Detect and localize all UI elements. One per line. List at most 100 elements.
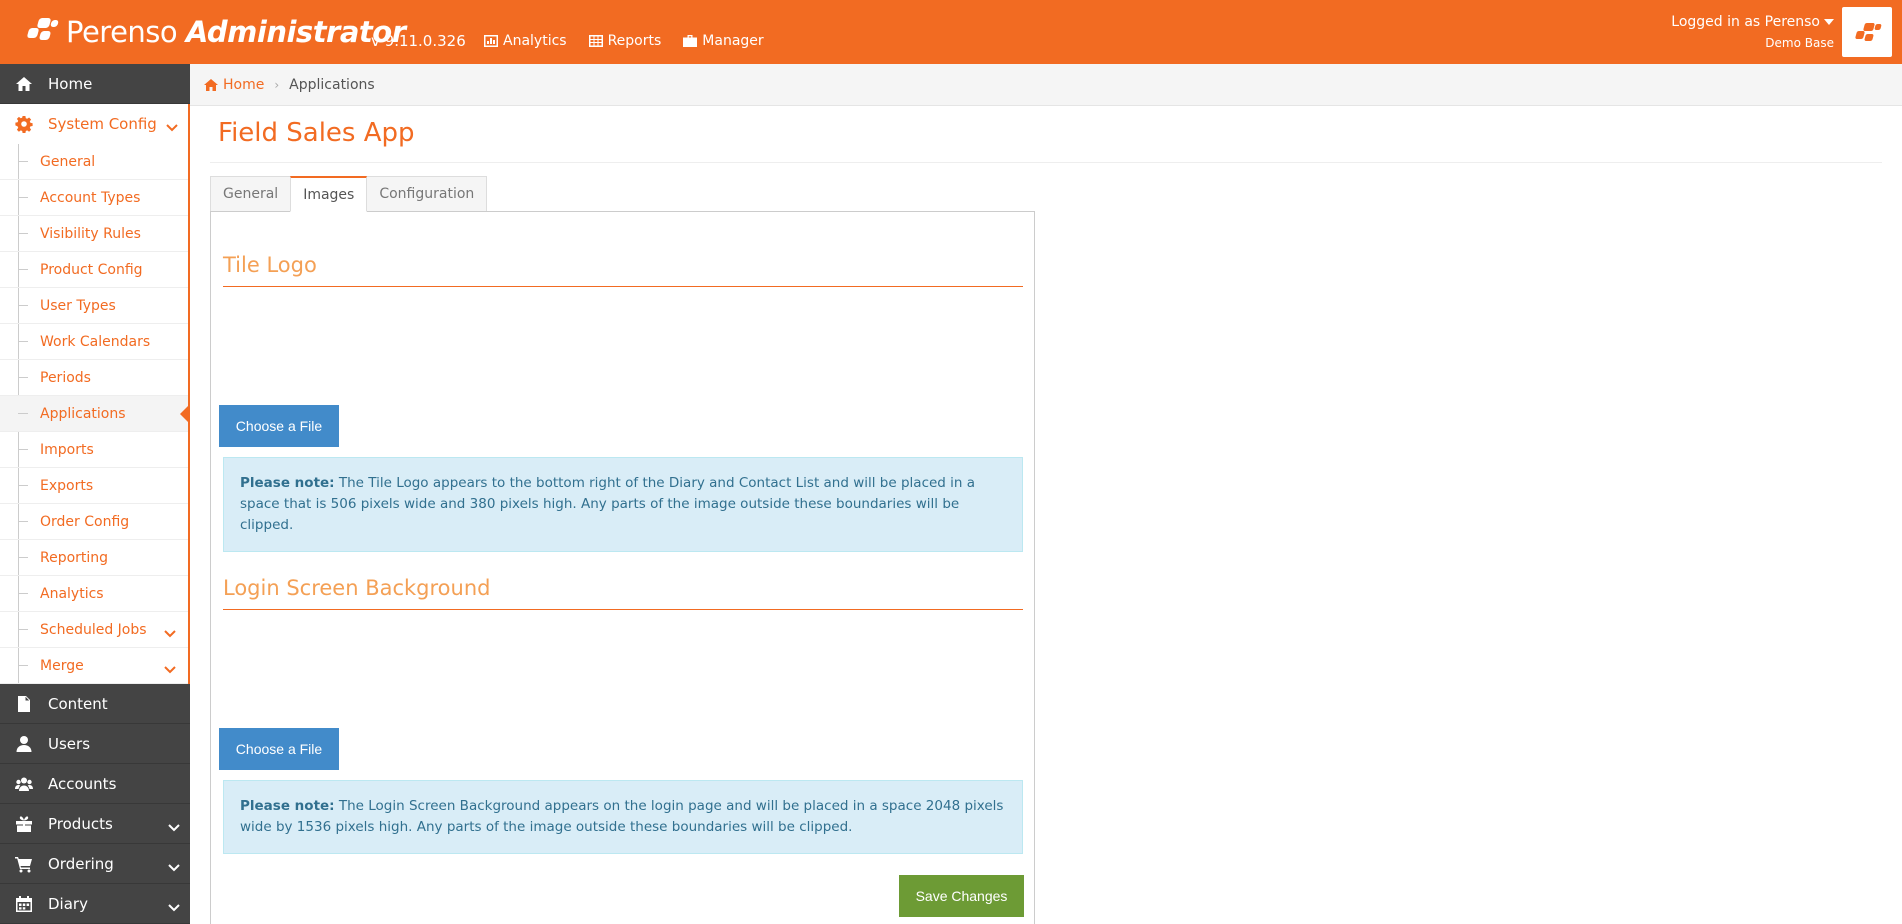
subnav-item-label: User Types <box>40 297 116 314</box>
subnav-item-label: Product Config <box>40 261 143 278</box>
subnav-item-label: General <box>40 153 96 170</box>
sidebar: Home System Config General Account Types… <box>0 64 190 924</box>
subnav-item-work-calendars[interactable]: Work Calendars <box>0 324 188 360</box>
note-label: Please note: <box>240 475 335 491</box>
sidebar-item-content[interactable]: Content <box>0 684 190 724</box>
subnav-item-imports[interactable]: Imports <box>0 432 188 468</box>
sidebar-item-accounts[interactable]: Accounts <box>0 764 190 804</box>
tab-bar: General Images Configuration <box>210 176 488 212</box>
note-text: The Tile Logo appears to the bottom righ… <box>240 475 976 533</box>
sidebar-item-diary[interactable]: Diary <box>0 884 190 924</box>
breadcrumb-home[interactable]: Home <box>204 77 264 93</box>
chevron-down-icon <box>164 666 176 674</box>
subnav-item-periods[interactable]: Periods <box>0 360 188 396</box>
subnav-item-label: Imports <box>40 441 94 458</box>
user-icon <box>16 735 32 752</box>
nav-manager-label: Manager <box>702 33 764 49</box>
subnav-item-label: Applications <box>40 405 126 422</box>
chevron-down-icon <box>168 824 180 832</box>
nav-analytics[interactable]: Analytics <box>484 33 567 49</box>
sidebar-item-label: Home <box>48 74 93 93</box>
note-label: Please note: <box>240 798 335 814</box>
sidebar-item-label: System Config <box>48 115 157 133</box>
breadcrumb-current: Applications <box>289 76 375 93</box>
nav-reports[interactable]: Reports <box>588 33 661 49</box>
breadcrumb-home-label: Home <box>223 76 265 93</box>
subnav-item-label: Work Calendars <box>40 333 151 350</box>
sidebar-item-label: Users <box>48 734 91 753</box>
database-name: Demo Base <box>1765 36 1834 50</box>
chart-icon <box>484 35 498 47</box>
sidebar-item-label: Content <box>48 694 108 713</box>
subnav-item-label: Exports <box>40 477 94 494</box>
subnav-item-user-types[interactable]: User Types <box>0 288 188 324</box>
page-title: Field Sales App <box>218 118 415 148</box>
title-divider <box>210 162 1882 163</box>
nav-analytics-label: Analytics <box>503 33 567 49</box>
subnav-item-label: Periods <box>40 369 91 386</box>
sidebar-item-label: Ordering <box>48 854 114 873</box>
calendar-icon <box>16 895 32 912</box>
subnav-item-exports[interactable]: Exports <box>0 468 188 504</box>
subnav-item-reporting[interactable]: Reporting <box>0 540 188 576</box>
subnav-item-visibility-rules[interactable]: Visibility Rules <box>0 216 188 252</box>
table-icon <box>588 35 603 47</box>
users-group-icon <box>15 777 33 791</box>
images-panel: Tile Logo Choose a File Please note: The… <box>210 211 1035 924</box>
breadcrumb: Home › Applications <box>190 64 1902 106</box>
subnav-item-label: Order Config <box>40 513 130 530</box>
caret-down-icon <box>1824 19 1834 25</box>
sidebar-item-label: Accounts <box>48 774 117 793</box>
sidebar-item-products[interactable]: Products <box>0 804 190 844</box>
brand-logo[interactable]: Perenso Administrator <box>24 12 406 52</box>
version-label: v 9.11.0.326 <box>371 32 466 50</box>
tab-configuration[interactable]: Configuration <box>366 176 488 212</box>
file-icon <box>18 695 30 712</box>
subnav-item-product-config[interactable]: Product Config <box>0 252 188 288</box>
chevron-down-icon <box>166 124 178 132</box>
login-background-heading: Login Screen Background <box>223 570 1023 610</box>
subnav-item-analytics[interactable]: Analytics <box>0 576 188 612</box>
sidebar-item-system-config[interactable]: System Config <box>0 104 188 144</box>
subnav-item-general[interactable]: General <box>0 144 188 180</box>
nav-manager[interactable]: Manager <box>683 33 764 49</box>
subnav-item-label: Visibility Rules <box>40 225 141 242</box>
avatar[interactable] <box>1842 7 1892 57</box>
sidebar-item-label: Diary <box>48 894 88 913</box>
user-login-text: Logged in as Perenso <box>1671 14 1820 30</box>
perenso-logo-icon <box>24 14 60 50</box>
sidebar-item-ordering[interactable]: Ordering <box>0 844 190 884</box>
subnav-item-applications[interactable]: Applications <box>0 396 190 432</box>
subnav-item-label: Scheduled Jobs <box>40 621 147 638</box>
tab-general[interactable]: General <box>210 176 292 212</box>
cart-icon <box>15 856 32 872</box>
breadcrumb-separator-icon: › <box>274 77 280 92</box>
system-config-group: System Config General Account Types Visi… <box>0 104 190 684</box>
tile-logo-choose-file-button[interactable]: Choose a File <box>219 405 339 447</box>
tab-images[interactable]: Images <box>290 176 368 212</box>
note-text: The Login Screen Background appears on t… <box>240 798 1004 835</box>
login-background-choose-file-button[interactable]: Choose a File <box>219 728 339 770</box>
system-config-subnav: General Account Types Visibility Rules P… <box>0 144 190 684</box>
sidebar-item-home[interactable]: Home <box>0 64 190 104</box>
brand-name-light: Perenso <box>66 15 178 49</box>
sidebar-item-label: Products <box>48 814 113 833</box>
chevron-down-icon <box>164 630 176 638</box>
subnav-item-account-types[interactable]: Account Types <box>0 180 188 216</box>
subnav-item-order-config[interactable]: Order Config <box>0 504 188 540</box>
top-nav: Analytics Reports Manager <box>484 33 764 49</box>
save-changes-button[interactable]: Save Changes <box>899 875 1024 917</box>
subnav-item-label: Reporting <box>40 549 109 566</box>
subnav-item-label: Merge <box>40 657 84 674</box>
chevron-down-icon <box>168 904 180 912</box>
home-icon <box>16 76 32 91</box>
subnav-item-label: Analytics <box>40 585 104 602</box>
subnav-item-scheduled-jobs[interactable]: Scheduled Jobs <box>0 612 188 648</box>
user-menu[interactable]: Logged in as Perenso Demo Base <box>1671 14 1834 50</box>
login-background-note: Please note: The Login Screen Background… <box>223 780 1023 854</box>
tile-logo-heading: Tile Logo <box>223 247 1023 287</box>
subnav-item-merge[interactable]: Merge <box>0 648 188 684</box>
tile-logo-note: Please note: The Tile Logo appears to th… <box>223 457 1023 552</box>
sidebar-item-users[interactable]: Users <box>0 724 190 764</box>
gear-icon <box>15 116 33 133</box>
